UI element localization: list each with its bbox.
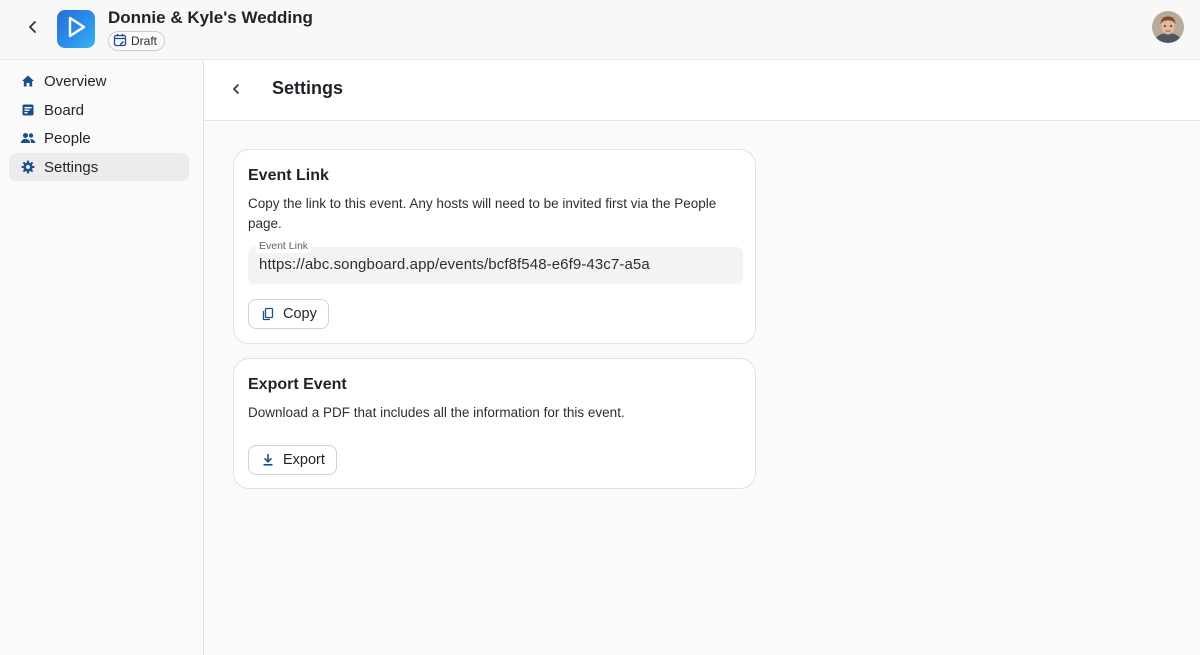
page-title: Settings bbox=[272, 78, 344, 98]
calendar-edit-icon bbox=[113, 33, 127, 50]
export-button[interactable]: Export bbox=[248, 445, 337, 475]
sidebar-item-label: Settings bbox=[44, 158, 99, 176]
gear-icon bbox=[20, 159, 36, 175]
card-description: Download a PDF that includes all the inf… bbox=[248, 405, 625, 420]
event-link-field[interactable]: Event Link bbox=[248, 239, 743, 284]
sidebar-item-people[interactable]: People bbox=[9, 124, 189, 152]
event-title: Donnie & Kyle's Wedding bbox=[108, 8, 313, 27]
card-title: Export Event bbox=[248, 376, 347, 393]
copy-icon bbox=[261, 307, 275, 321]
people-icon bbox=[20, 130, 36, 146]
chevron-left-icon bbox=[26, 20, 40, 39]
copy-label: Copy bbox=[283, 306, 317, 322]
top-bar: Donnie & Kyle's Wedding Draft bbox=[0, 0, 1200, 60]
export-event-card: Export Event Download a PDF that include… bbox=[233, 358, 756, 489]
board-icon bbox=[20, 102, 36, 118]
sidebar-item-settings[interactable]: Settings bbox=[9, 153, 189, 181]
avatar[interactable] bbox=[1152, 11, 1184, 43]
status-label: Draft bbox=[131, 34, 158, 48]
sidebar: Overview Board People Settings bbox=[0, 60, 204, 655]
main-content: Event Link Copy the link to this event. … bbox=[205, 122, 1200, 655]
page-header: Settings bbox=[205, 60, 1200, 121]
status-badge[interactable]: Draft bbox=[108, 31, 166, 51]
sidebar-item-board[interactable]: Board bbox=[9, 96, 189, 124]
download-icon bbox=[261, 453, 275, 467]
back-button[interactable] bbox=[16, 12, 50, 46]
sidebar-item-overview[interactable]: Overview bbox=[9, 67, 189, 95]
field-label: Event Link bbox=[256, 239, 312, 253]
chevron-left-icon bbox=[230, 82, 242, 100]
copy-button[interactable]: Copy bbox=[248, 299, 329, 329]
export-label: Export bbox=[283, 452, 325, 468]
home-icon bbox=[20, 73, 36, 89]
card-description: Copy the link to this event. Any hosts w… bbox=[248, 196, 717, 231]
event-link-card: Event Link Copy the link to this event. … bbox=[233, 149, 756, 344]
play-logo-icon bbox=[63, 14, 89, 45]
sidebar-item-label: Board bbox=[44, 101, 85, 119]
page-back-button[interactable] bbox=[223, 78, 249, 104]
sidebar-item-label: Overview bbox=[44, 72, 107, 90]
sidebar-item-label: People bbox=[44, 129, 91, 147]
app-logo[interactable] bbox=[57, 10, 95, 48]
event-link-input[interactable] bbox=[259, 256, 734, 273]
card-title: Event Link bbox=[248, 167, 329, 184]
